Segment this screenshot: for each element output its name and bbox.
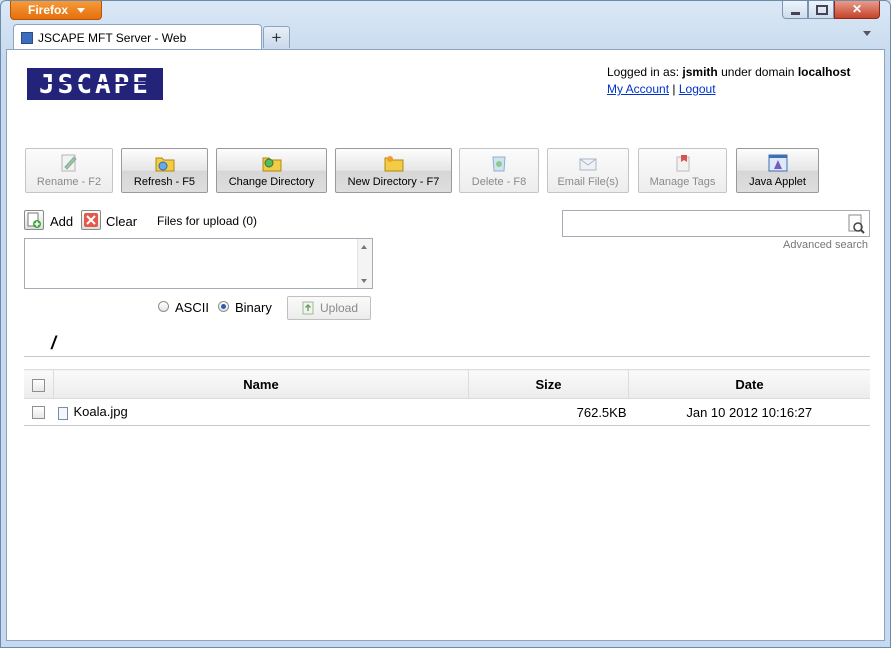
date-column-header[interactable]: Date <box>628 369 870 399</box>
current-path: / <box>51 333 57 353</box>
divider <box>24 356 870 357</box>
email-files-label: Email File(s) <box>557 176 619 188</box>
tab-title: JSCAPE MFT Server - Web <box>38 31 187 45</box>
email-files-button[interactable]: Email File(s) <box>547 148 629 193</box>
binary-radio[interactable] <box>218 301 229 312</box>
size-column-header[interactable]: Size <box>468 369 629 399</box>
tab-list-chevron-icon[interactable] <box>863 31 871 36</box>
new-directory-label: New Directory - F7 <box>347 176 440 188</box>
page-favicon-icon <box>21 32 33 44</box>
upload-file-list[interactable] <box>24 238 373 289</box>
logo-text: JSCAPE <box>39 70 151 100</box>
file-name[interactable]: Koala.jpg <box>74 404 128 419</box>
username: jsmith <box>682 65 718 79</box>
rename-button[interactable]: Rename - F2 <box>25 148 113 193</box>
clear-icon <box>84 213 98 227</box>
name-column-header[interactable]: Name <box>53 369 469 399</box>
row-checkbox[interactable] <box>32 406 46 420</box>
page-content: JSCAPE Logged in as: jsmith under domain… <box>6 49 885 641</box>
minimize-icon <box>791 12 800 15</box>
upload-list-scrollbar[interactable] <box>357 239 372 288</box>
delete-button[interactable]: Delete - F8 <box>459 148 539 193</box>
file-icon <box>57 406 68 420</box>
under-domain-text: under domain <box>721 65 795 79</box>
logged-in-prefix: Logged in as: <box>607 65 680 79</box>
java-applet-button[interactable]: Java Applet <box>736 148 819 193</box>
jscape-logo: JSCAPE <box>27 68 163 100</box>
new-directory-button[interactable]: New Directory - F7 <box>335 148 452 193</box>
file-size: 762.5KB <box>468 398 629 426</box>
binary-label: Binary <box>235 300 272 315</box>
row-select-cell <box>24 398 54 426</box>
refresh-label: Refresh - F5 <box>133 176 196 188</box>
maximize-icon <box>816 5 828 15</box>
ascii-radio[interactable] <box>158 301 169 312</box>
browser-tab[interactable]: JSCAPE MFT Server - Web <box>13 24 262 50</box>
browser-window: Firefox ✕ JSCAPE MFT Server - Web + JSCA… <box>0 0 891 648</box>
scroll-up-icon[interactable] <box>361 245 367 249</box>
login-info: Logged in as: jsmith under domain localh… <box>607 64 873 98</box>
clear-button[interactable] <box>81 210 101 230</box>
scroll-down-icon[interactable] <box>361 279 367 283</box>
advanced-search-link[interactable]: Advanced search <box>783 239 868 251</box>
upload-label: Upload <box>320 301 359 315</box>
maximize-button[interactable] <box>808 1 834 19</box>
file-name-cell[interactable]: Koala.jpg <box>53 398 469 426</box>
new-folder-icon <box>384 156 403 172</box>
window-controls: ✕ <box>782 1 880 21</box>
refresh-button[interactable]: Refresh - F5 <box>121 148 208 193</box>
domain-name: localhost <box>797 65 851 79</box>
manage-tags-button[interactable]: Manage Tags <box>638 148 727 193</box>
dropdown-caret-icon <box>77 8 85 13</box>
file-table: Name Size Date Koala.jpg 762.5KB Jan 10 … <box>24 369 870 426</box>
add-file-button[interactable] <box>24 210 44 230</box>
select-all-cell <box>24 369 54 399</box>
recycle-bin-icon <box>492 156 506 172</box>
firefox-menu-label: Firefox <box>28 3 69 17</box>
firefox-menu-button[interactable]: Firefox <box>10 1 102 20</box>
ascii-label: ASCII <box>175 300 209 315</box>
select-all-checkbox[interactable] <box>32 378 45 392</box>
java-applet-icon <box>768 154 787 172</box>
files-for-upload-count: Files for upload (0) <box>157 214 258 228</box>
search-input[interactable] <box>565 213 845 235</box>
search-box[interactable] <box>562 210 870 237</box>
close-window-button[interactable]: ✕ <box>834 1 880 19</box>
manage-tags-label: Manage Tags <box>649 176 716 188</box>
tag-icon <box>676 155 689 172</box>
new-tab-button[interactable]: + <box>263 26 290 48</box>
rename-icon <box>61 154 77 172</box>
change-directory-label: Change Directory <box>228 176 315 188</box>
search-file-icon[interactable] <box>846 214 866 234</box>
file-date: Jan 10 2012 10:16:27 <box>628 398 870 426</box>
delete-label: Delete - F8 <box>471 176 527 188</box>
change-directory-button[interactable]: Change Directory <box>216 148 327 193</box>
my-account-link[interactable]: My Account <box>607 82 669 96</box>
add-file-icon <box>27 212 41 228</box>
logout-link[interactable]: Logout <box>679 82 716 96</box>
table-row[interactable]: Koala.jpg 762.5KB Jan 10 2012 10:16:27 <box>24 398 870 426</box>
upload-icon <box>302 301 314 315</box>
upload-button[interactable]: Upload <box>287 296 371 320</box>
java-applet-label: Java Applet <box>749 176 806 188</box>
clear-label[interactable]: Clear <box>106 214 137 229</box>
table-header-row: Name Size Date <box>24 369 870 399</box>
add-label[interactable]: Add <box>50 214 73 229</box>
refresh-folder-icon <box>155 157 174 172</box>
link-separator: | <box>672 82 676 96</box>
change-directory-icon <box>262 157 281 172</box>
minimize-button[interactable] <box>782 1 808 19</box>
rename-label: Rename - F2 <box>36 176 102 188</box>
email-icon <box>579 158 597 171</box>
